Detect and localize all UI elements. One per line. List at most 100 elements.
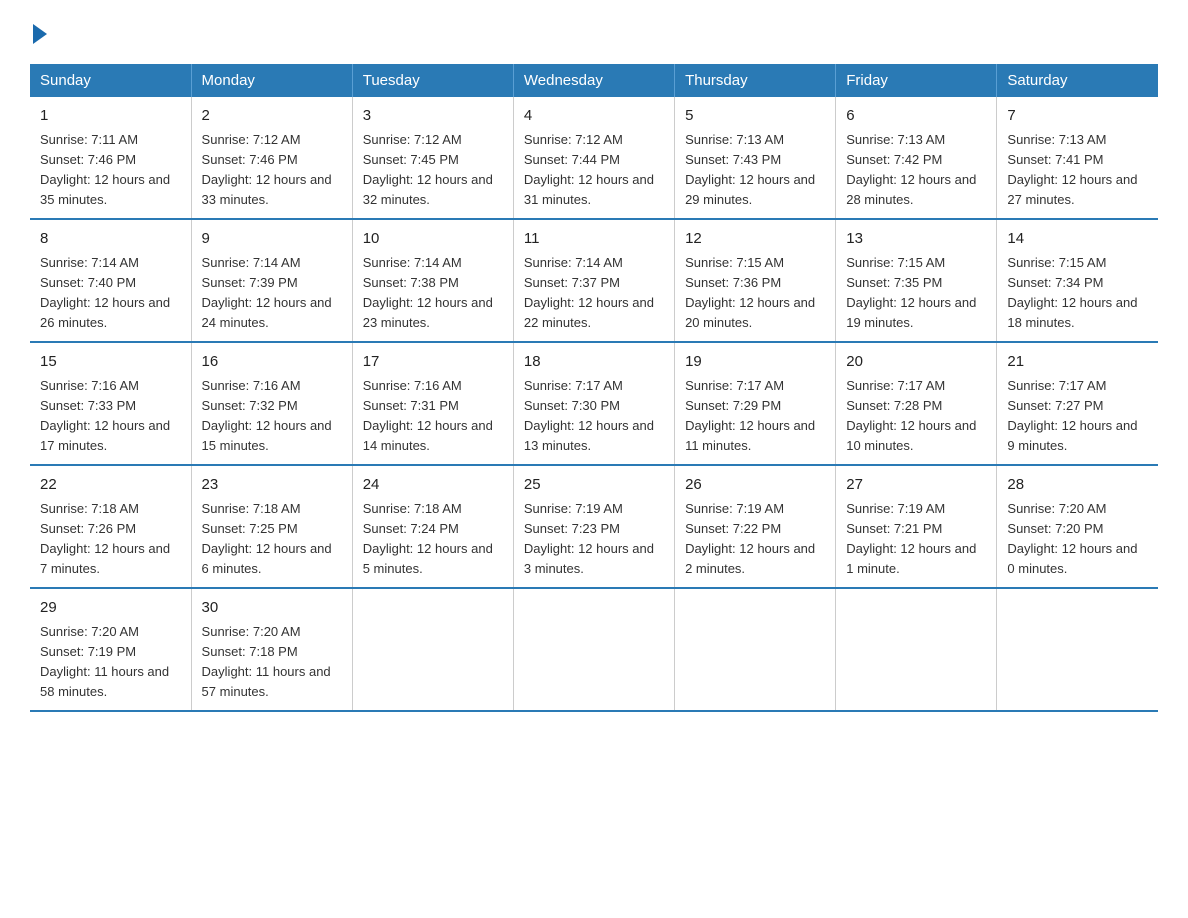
day-info: Sunrise: 7:18 AMSunset: 7:25 PMDaylight:… [202, 501, 332, 576]
calendar-cell: 29 Sunrise: 7:20 AMSunset: 7:19 PMDayligh… [30, 588, 191, 711]
calendar-cell [997, 588, 1158, 711]
day-number: 17 [363, 351, 503, 374]
day-info: Sunrise: 7:13 AMSunset: 7:42 PMDaylight:… [846, 132, 976, 207]
calendar-cell: 13 Sunrise: 7:15 AMSunset: 7:35 PMDayligh… [836, 219, 997, 342]
day-number: 1 [40, 105, 181, 128]
day-number: 21 [1007, 351, 1148, 374]
day-number: 29 [40, 597, 181, 620]
day-info: Sunrise: 7:20 AMSunset: 7:18 PMDaylight:… [202, 624, 331, 699]
day-info: Sunrise: 7:17 AMSunset: 7:29 PMDaylight:… [685, 378, 815, 453]
col-thursday: Thursday [675, 64, 836, 97]
day-info: Sunrise: 7:16 AMSunset: 7:31 PMDaylight:… [363, 378, 493, 453]
day-number: 13 [846, 228, 986, 251]
calendar-cell [513, 588, 674, 711]
day-info: Sunrise: 7:20 AMSunset: 7:19 PMDaylight:… [40, 624, 169, 699]
day-info: Sunrise: 7:15 AMSunset: 7:34 PMDaylight:… [1007, 255, 1137, 330]
day-number: 8 [40, 228, 181, 251]
calendar-table: Sunday Monday Tuesday Wednesday Thursday… [30, 64, 1158, 712]
day-info: Sunrise: 7:12 AMSunset: 7:45 PMDaylight:… [363, 132, 493, 207]
calendar-cell: 7 Sunrise: 7:13 AMSunset: 7:41 PMDaylight… [997, 97, 1158, 219]
day-info: Sunrise: 7:19 AMSunset: 7:21 PMDaylight:… [846, 501, 976, 576]
day-info: Sunrise: 7:14 AMSunset: 7:38 PMDaylight:… [363, 255, 493, 330]
week-row: 22 Sunrise: 7:18 AMSunset: 7:26 PMDayligh… [30, 465, 1158, 588]
day-number: 20 [846, 351, 986, 374]
day-info: Sunrise: 7:13 AMSunset: 7:41 PMDaylight:… [1007, 132, 1137, 207]
calendar-cell: 1Sunrise: 7:11 AMSunset: 7:46 PMDaylight… [30, 97, 191, 219]
day-info: Sunrise: 7:18 AMSunset: 7:24 PMDaylight:… [363, 501, 493, 576]
calendar-cell: 9 Sunrise: 7:14 AMSunset: 7:39 PMDaylight… [191, 219, 352, 342]
calendar-cell: 14 Sunrise: 7:15 AMSunset: 7:34 PMDayligh… [997, 219, 1158, 342]
day-number: 7 [1007, 105, 1148, 128]
col-wednesday: Wednesday [513, 64, 674, 97]
day-number: 12 [685, 228, 825, 251]
day-number: 30 [202, 597, 342, 620]
calendar-cell: 18 Sunrise: 7:17 AMSunset: 7:30 PMDayligh… [513, 342, 674, 465]
calendar-cell: 30 Sunrise: 7:20 AMSunset: 7:18 PMDayligh… [191, 588, 352, 711]
day-number: 27 [846, 474, 986, 497]
day-number: 19 [685, 351, 825, 374]
day-number: 9 [202, 228, 342, 251]
day-info: Sunrise: 7:15 AMSunset: 7:36 PMDaylight:… [685, 255, 815, 330]
day-number: 5 [685, 105, 825, 128]
calendar-cell: 2Sunrise: 7:12 AMSunset: 7:46 PMDaylight… [191, 97, 352, 219]
header [30, 20, 1158, 44]
calendar-cell: 4 Sunrise: 7:12 AMSunset: 7:44 PMDaylight… [513, 97, 674, 219]
day-number: 3 [363, 105, 503, 128]
day-info: Sunrise: 7:15 AMSunset: 7:35 PMDaylight:… [846, 255, 976, 330]
day-number: 11 [524, 228, 664, 251]
week-row: 1Sunrise: 7:11 AMSunset: 7:46 PMDaylight… [30, 97, 1158, 219]
day-info: Sunrise: 7:14 AMSunset: 7:40 PMDaylight:… [40, 255, 170, 330]
calendar-cell: 10 Sunrise: 7:14 AMSunset: 7:38 PMDayligh… [352, 219, 513, 342]
day-info: Sunrise: 7:14 AMSunset: 7:39 PMDaylight:… [202, 255, 332, 330]
logo-arrow-icon [33, 24, 47, 44]
header-row: Sunday Monday Tuesday Wednesday Thursday… [30, 64, 1158, 97]
col-tuesday: Tuesday [352, 64, 513, 97]
calendar-cell: 11 Sunrise: 7:14 AMSunset: 7:37 PMDayligh… [513, 219, 674, 342]
day-number: 26 [685, 474, 825, 497]
day-number: 23 [202, 474, 342, 497]
calendar-cell: 22 Sunrise: 7:18 AMSunset: 7:26 PMDayligh… [30, 465, 191, 588]
calendar-cell: 28Sunrise: 7:20 AMSunset: 7:20 PMDayligh… [997, 465, 1158, 588]
day-info: Sunrise: 7:16 AMSunset: 7:33 PMDaylight:… [40, 378, 170, 453]
day-number: 18 [524, 351, 664, 374]
day-number: 6 [846, 105, 986, 128]
day-info: Sunrise: 7:13 AMSunset: 7:43 PMDaylight:… [685, 132, 815, 207]
col-sunday: Sunday [30, 64, 191, 97]
day-info: Sunrise: 7:19 AMSunset: 7:22 PMDaylight:… [685, 501, 815, 576]
col-saturday: Saturday [997, 64, 1158, 97]
day-info: Sunrise: 7:17 AMSunset: 7:27 PMDaylight:… [1007, 378, 1137, 453]
day-number: 16 [202, 351, 342, 374]
calendar-cell: 16 Sunrise: 7:16 AMSunset: 7:32 PMDayligh… [191, 342, 352, 465]
day-info: Sunrise: 7:17 AMSunset: 7:30 PMDaylight:… [524, 378, 654, 453]
calendar-cell [836, 588, 997, 711]
calendar-cell: 23 Sunrise: 7:18 AMSunset: 7:25 PMDayligh… [191, 465, 352, 588]
day-number: 22 [40, 474, 181, 497]
day-info: Sunrise: 7:19 AMSunset: 7:23 PMDaylight:… [524, 501, 654, 576]
day-number: 25 [524, 474, 664, 497]
calendar-cell: 8 Sunrise: 7:14 AMSunset: 7:40 PMDaylight… [30, 219, 191, 342]
week-row: 15 Sunrise: 7:16 AMSunset: 7:33 PMDayligh… [30, 342, 1158, 465]
day-number: 4 [524, 105, 664, 128]
day-number: 14 [1007, 228, 1148, 251]
calendar-cell: 24 Sunrise: 7:18 AMSunset: 7:24 PMDayligh… [352, 465, 513, 588]
calendar-cell: 21 Sunrise: 7:17 AMSunset: 7:27 PMDayligh… [997, 342, 1158, 465]
day-info: Sunrise: 7:17 AMSunset: 7:28 PMDaylight:… [846, 378, 976, 453]
calendar-cell: 20 Sunrise: 7:17 AMSunset: 7:28 PMDayligh… [836, 342, 997, 465]
day-info: Sunrise: 7:14 AMSunset: 7:37 PMDaylight:… [524, 255, 654, 330]
day-number: 2 [202, 105, 342, 128]
calendar-cell: 17 Sunrise: 7:16 AMSunset: 7:31 PMDayligh… [352, 342, 513, 465]
calendar-cell: 6 Sunrise: 7:13 AMSunset: 7:42 PMDaylight… [836, 97, 997, 219]
day-info: Sunrise: 7:12 AMSunset: 7:44 PMDaylight:… [524, 132, 654, 207]
day-number: 10 [363, 228, 503, 251]
week-row: 8 Sunrise: 7:14 AMSunset: 7:40 PMDaylight… [30, 219, 1158, 342]
calendar-cell: 15 Sunrise: 7:16 AMSunset: 7:33 PMDayligh… [30, 342, 191, 465]
calendar-cell: 19 Sunrise: 7:17 AMSunset: 7:29 PMDayligh… [675, 342, 836, 465]
calendar-cell [352, 588, 513, 711]
calendar-cell: 5 Sunrise: 7:13 AMSunset: 7:43 PMDaylight… [675, 97, 836, 219]
week-row: 29 Sunrise: 7:20 AMSunset: 7:19 PMDayligh… [30, 588, 1158, 711]
day-info: Sunrise: 7:18 AMSunset: 7:26 PMDaylight:… [40, 501, 170, 576]
calendar-cell [675, 588, 836, 711]
day-info: Sunrise: 7:16 AMSunset: 7:32 PMDaylight:… [202, 378, 332, 453]
day-number: 15 [40, 351, 181, 374]
day-number: 24 [363, 474, 503, 497]
